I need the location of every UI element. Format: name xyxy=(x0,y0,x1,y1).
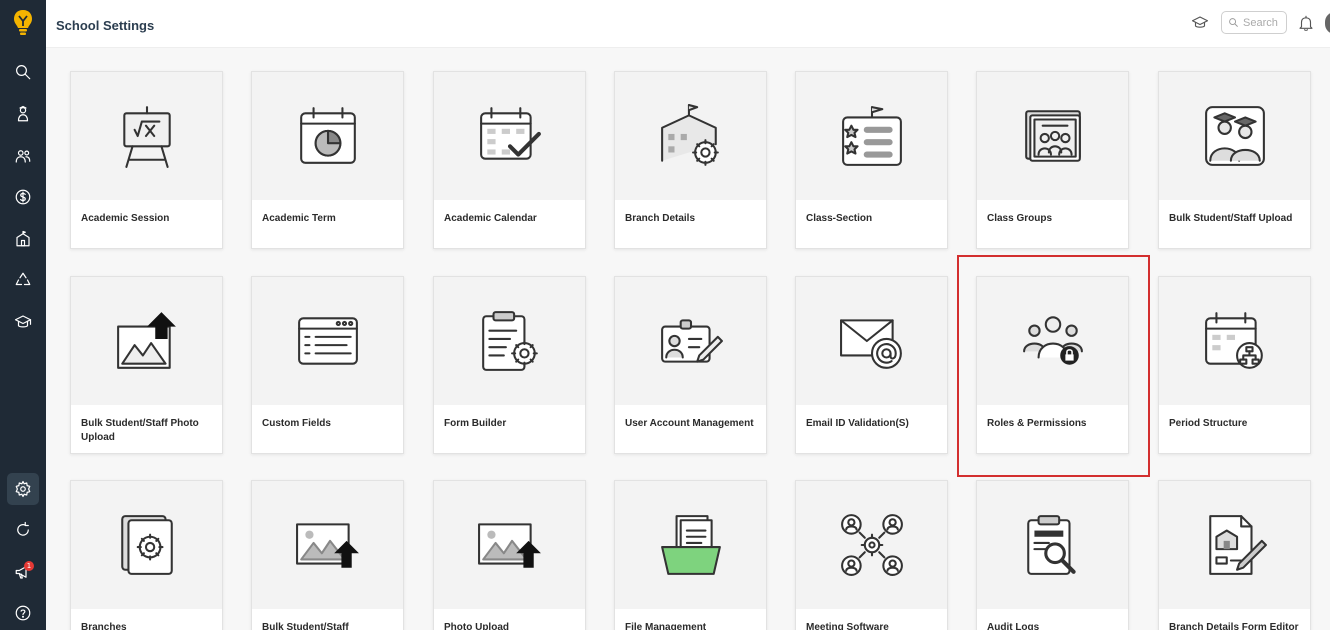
help-icon[interactable] xyxy=(7,597,39,629)
card-roles-permissions[interactable]: Roles & Permissions xyxy=(976,276,1129,454)
card-bulk-student-staff-upload[interactable]: Bulk Student/Staff Upload xyxy=(1158,71,1311,249)
school-form-edit-icon xyxy=(1208,515,1267,575)
gear-icon[interactable] xyxy=(7,473,39,505)
folder-files-icon xyxy=(660,515,721,575)
card-file-management[interactable]: File Management xyxy=(614,480,767,630)
card-label: Photo Upload xyxy=(444,622,509,630)
card-branches[interactable]: Branches xyxy=(70,480,223,630)
card-audit-logs[interactable]: Audit Logs xyxy=(976,480,1129,630)
meeting-network-icon xyxy=(840,514,903,576)
card-label: Branch Details xyxy=(625,213,696,224)
refresh-icon[interactable] xyxy=(7,514,39,546)
image-upload-icon xyxy=(295,523,359,568)
card-label: Bulk Student/Staff Photo Upload xyxy=(81,418,199,443)
card-academic-calendar[interactable]: Academic Calendar xyxy=(433,71,586,249)
bell-icon[interactable] xyxy=(1297,14,1317,32)
roles-lock-icon xyxy=(1022,316,1083,365)
card-bulk-student-staff[interactable]: Bulk Student/Staff xyxy=(251,480,404,630)
card-branch-details[interactable]: Branch Details xyxy=(614,71,767,249)
card-label: Audit Logs xyxy=(987,622,1040,630)
card-label: Branch Details Form Editor xyxy=(1169,622,1299,630)
image-upload-icon xyxy=(477,523,541,568)
form-window-icon xyxy=(297,317,358,365)
class-list-icon xyxy=(841,106,902,166)
card-form-builder[interactable]: Form Builder xyxy=(433,276,586,454)
users-icon[interactable] xyxy=(7,140,39,172)
card-academic-term[interactable]: Academic Term xyxy=(251,71,404,249)
search-input[interactable]: Search xyxy=(1221,11,1287,34)
card-label: File Management xyxy=(625,622,707,630)
card-label: Bulk Student/Staff xyxy=(262,622,349,630)
card-label: Class-Section xyxy=(806,213,873,224)
page-title: School Settings xyxy=(56,18,155,33)
card-academic-session[interactable]: Academic Session xyxy=(70,71,223,249)
notification-badge: 1 xyxy=(24,561,34,571)
card-user-account-management[interactable]: User Account Management xyxy=(614,276,767,454)
school-gear-icon xyxy=(660,104,719,166)
search-icon xyxy=(1229,18,1238,27)
card-label: Academic Term xyxy=(262,213,336,224)
card-photo-upload[interactable]: Photo Upload xyxy=(433,480,586,630)
clipboard-search-icon xyxy=(1026,515,1076,575)
student-icon[interactable] xyxy=(7,98,39,130)
card-label: Academic Session xyxy=(81,213,170,224)
search-icon[interactable] xyxy=(7,56,39,88)
card-label: Academic Calendar xyxy=(444,213,537,224)
megaphone-icon[interactable]: 1 xyxy=(7,556,39,588)
card-custom-fields[interactable]: Custom Fields xyxy=(251,276,404,454)
top-bar: School Settings Search xyxy=(46,0,1330,48)
card-label: Email ID Validation(S) xyxy=(806,418,909,429)
dollar-icon[interactable] xyxy=(7,181,39,213)
graduation-cap-icon[interactable] xyxy=(1191,14,1211,32)
card-label: Roles & Permissions xyxy=(987,418,1087,429)
card-label: Meeting Software xyxy=(806,622,889,630)
clipboard-gear-icon xyxy=(481,311,538,371)
photo-upload-icon xyxy=(116,312,176,369)
card-meeting-software[interactable]: Meeting Software xyxy=(795,480,948,630)
calendar-hierarchy-icon xyxy=(1204,312,1263,369)
id-card-icon xyxy=(660,319,723,363)
card-class-groups[interactable]: Class Groups xyxy=(976,71,1129,249)
calendar-pie-icon xyxy=(299,107,356,164)
card-label: Form Builder xyxy=(444,418,507,429)
easel-icon xyxy=(122,106,171,168)
graduates-icon xyxy=(1204,106,1265,166)
card-label: Branches xyxy=(81,622,127,630)
document-gear-icon xyxy=(120,515,173,575)
graduation-icon[interactable] xyxy=(7,306,39,338)
card-bulk-student-staff-photo-upload[interactable]: Bulk Student/Staff Photo Upload xyxy=(70,276,223,454)
card-label: Class Groups xyxy=(987,213,1053,224)
sidebar: 1 xyxy=(0,0,46,630)
card-branch-details-form-editor[interactable]: Branch Details Form Editor xyxy=(1158,480,1311,630)
group-photo-icon xyxy=(1024,110,1081,162)
email-at-icon xyxy=(839,319,902,369)
card-email-id-validation[interactable]: Email ID Validation(S) xyxy=(795,276,948,454)
search-placeholder: Search xyxy=(1243,16,1278,29)
card-label: Custom Fields xyxy=(262,418,331,429)
card-class-section[interactable]: Class-Section xyxy=(795,71,948,249)
recycle-icon[interactable] xyxy=(7,264,39,296)
building-icon[interactable] xyxy=(7,223,39,255)
avatar[interactable] xyxy=(1325,12,1330,34)
settings-grid: Academic Session Academic Term Academic … xyxy=(46,48,1330,630)
card-label: Period Structure xyxy=(1169,418,1248,429)
app-logo[interactable] xyxy=(8,6,38,38)
calendar-check-icon xyxy=(479,107,541,160)
card-period-structure[interactable]: Period Structure xyxy=(1158,276,1311,454)
card-label: User Account Management xyxy=(625,418,754,429)
card-label: Bulk Student/Staff Upload xyxy=(1169,213,1293,224)
